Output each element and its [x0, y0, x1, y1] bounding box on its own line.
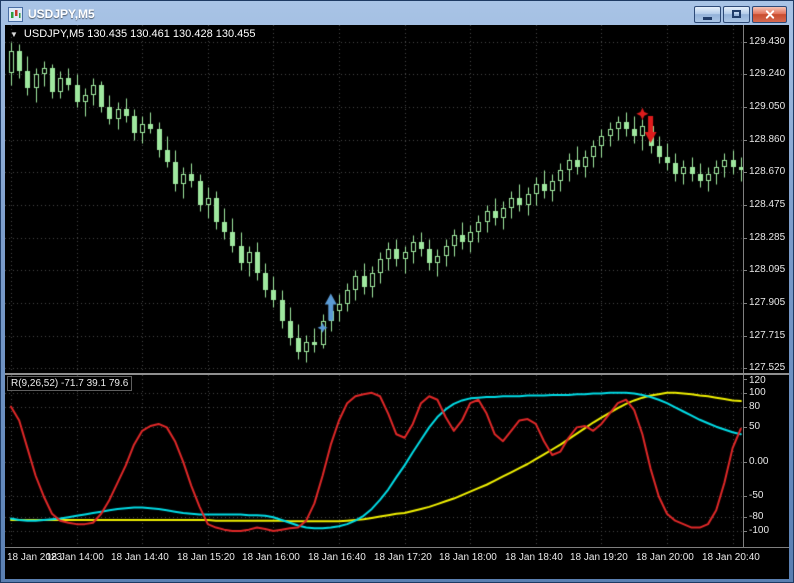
price-axis-label: 128.860 [749, 134, 786, 145]
indicator-axis-label: 50 [749, 421, 761, 432]
ohlc-text: USDJPY,M5 130.435 130.461 130.428 130.45… [23, 28, 256, 40]
time-axis-label: 18 Jan 18:40 [505, 552, 563, 563]
axis-tick [744, 496, 747, 497]
time-axis-label: 18 Jan 20:00 [636, 552, 694, 563]
time-axis-label: 18 Jan 17:20 [374, 552, 432, 563]
time-axis-label: 18 Jan 14:40 [111, 552, 169, 563]
chart-content: ▼ USDJPY,M5 130.435 130.461 130.428 130.… [5, 25, 789, 579]
time-axis-label: 18 Jan 20:40 [702, 552, 760, 563]
axis-tick [744, 393, 747, 394]
axis-tick [744, 270, 747, 271]
restore-icon [732, 10, 741, 18]
time-axis[interactable]: 18 Jan 2023 18 Jan 14:00 18 Jan 14:40 18 Ja… [5, 547, 789, 579]
price-axis-label: 128.095 [749, 264, 786, 275]
axis-tick [744, 42, 747, 43]
axis-tick [744, 172, 747, 173]
price-axis-label: 127.715 [749, 330, 786, 341]
indicator-axis-label: -50 [749, 490, 764, 501]
chart-window: USDJPY,M5 ▼ USDJPY,M5 130.435 130.461 13… [0, 0, 794, 583]
axis-tick [744, 407, 747, 408]
axis-tick [744, 379, 747, 380]
axis-tick [744, 107, 747, 108]
axis-tick [744, 238, 747, 239]
axis-tick [744, 140, 747, 141]
indicator-pane: R(9,26,52) -71.7 39.1 79.6 [5, 375, 743, 547]
indicator-axis-label: 0.00 [749, 456, 769, 467]
chart-ohlc-label: ▼ USDJPY,M5 130.435 130.461 130.428 130.… [10, 28, 256, 40]
time-axis-label: 18 Jan 18:00 [439, 552, 497, 563]
axis-tick [744, 517, 747, 518]
restore-button[interactable] [723, 5, 750, 23]
price-axis-label: 129.050 [749, 101, 786, 112]
axis-tick [744, 531, 747, 532]
chart-window-icon [8, 6, 23, 22]
price-axis-label: 128.670 [749, 166, 786, 177]
price-chart-canvas[interactable] [5, 25, 743, 373]
time-axis-label: 18 Jan 16:00 [242, 552, 300, 563]
symbol-dropdown-icon[interactable]: ▼ [10, 30, 18, 39]
axis-tick [744, 205, 747, 206]
indicator-axis[interactable]: 120 100 80 50 0.00 -50 -80 -100 [743, 375, 789, 547]
window-title: USDJPY,M5 [28, 7, 95, 21]
indicator-axis-label: 100 [749, 387, 766, 398]
price-axis-label: 129.430 [749, 36, 786, 47]
axis-tick [744, 368, 747, 369]
close-button[interactable] [752, 5, 787, 23]
axis-tick [744, 336, 747, 337]
time-axis-label: 18 Jan 19:20 [570, 552, 628, 563]
price-axis[interactable]: 129.430 129.240 129.050 128.860 128.670 128.4… [743, 25, 789, 373]
indicator-canvas[interactable] [5, 375, 743, 547]
price-axis-label: 128.475 [749, 199, 786, 210]
titlebar[interactable]: USDJPY,M5 [5, 1, 789, 25]
indicator-axis-label: -80 [749, 511, 764, 522]
axis-tick [744, 462, 747, 463]
price-axis-label: 129.240 [749, 68, 786, 79]
minimize-button[interactable] [694, 5, 721, 23]
window-controls [694, 5, 787, 23]
axis-tick [744, 427, 747, 428]
indicator-axis-label: 80 [749, 401, 761, 412]
minimize-icon [703, 16, 712, 20]
time-axis-label: 18 Jan 14:00 [46, 552, 104, 563]
axis-tick [744, 303, 747, 304]
time-axis-label: 18 Jan 16:40 [308, 552, 366, 563]
price-axis-label: 127.905 [749, 297, 786, 308]
indicator-axis-label: 120 [749, 375, 766, 386]
indicator-axis-label: -100 [749, 525, 770, 536]
time-axis-label: 18 Jan 15:20 [177, 552, 235, 563]
indicator-label: R(9,26,52) -71.7 39.1 79.6 [7, 376, 133, 391]
price-axis-label: 128.285 [749, 232, 786, 243]
close-icon [764, 9, 775, 20]
axis-tick [744, 74, 747, 75]
main-chart-pane: ▼ USDJPY,M5 130.435 130.461 130.428 130.… [5, 25, 743, 373]
